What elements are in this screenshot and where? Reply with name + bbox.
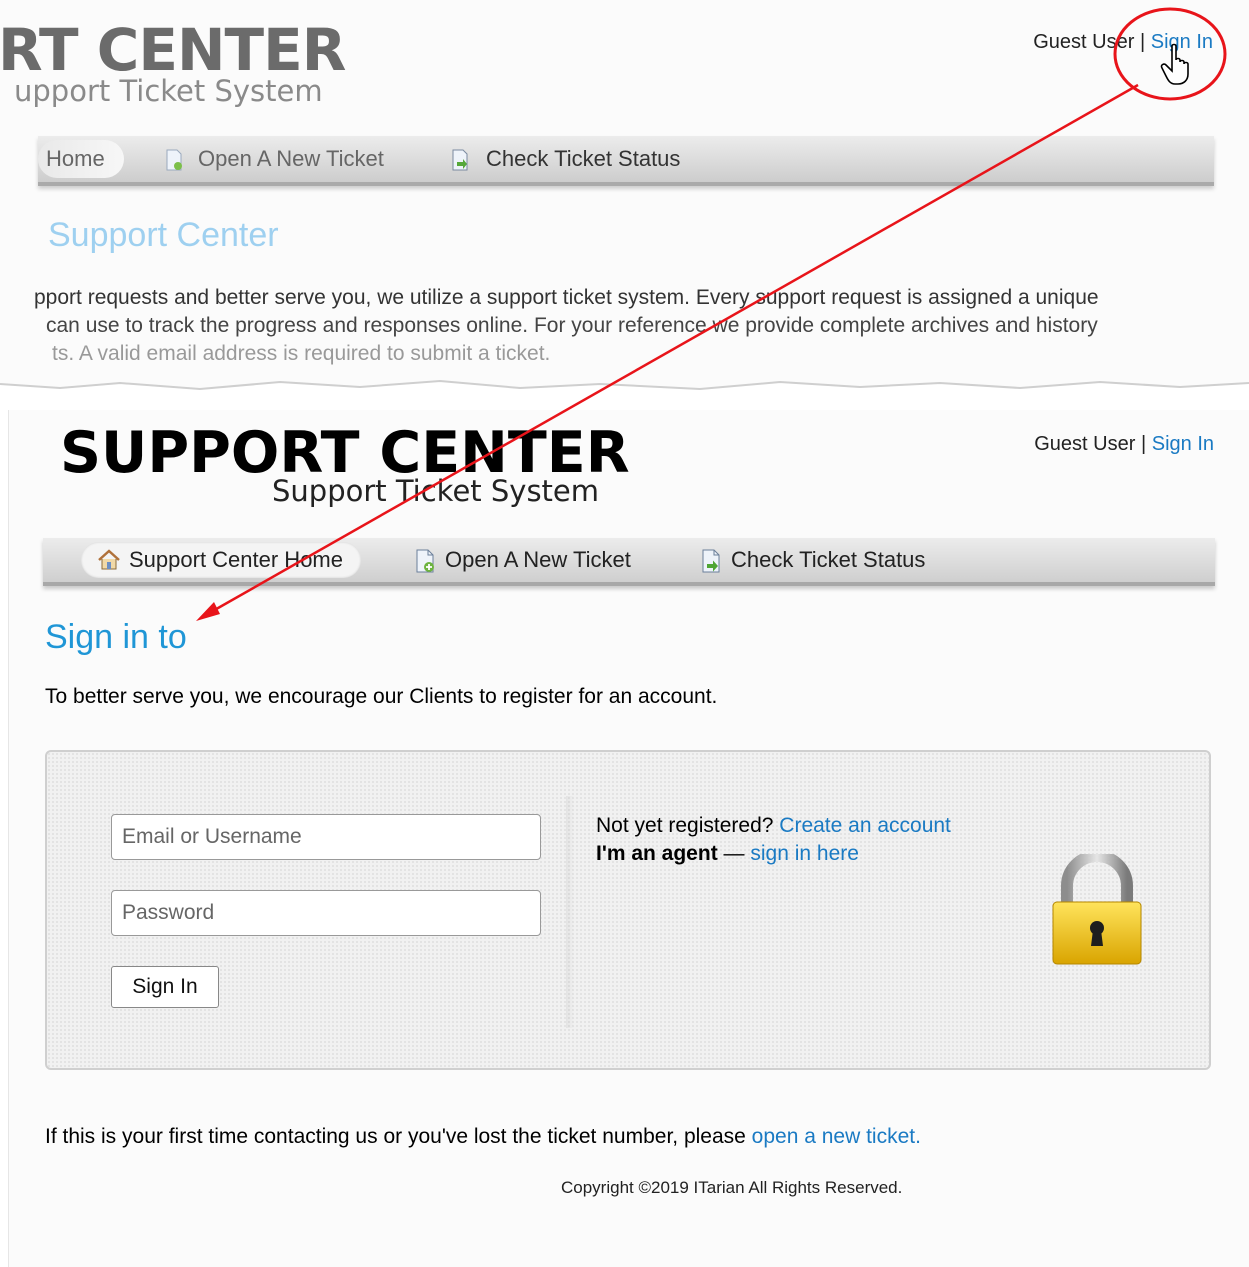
agent-sign-in-link[interactable]: sign in here bbox=[750, 842, 859, 865]
nav-label-home: Support Center Home bbox=[129, 547, 343, 572]
password-input[interactable] bbox=[111, 890, 541, 936]
agent-line: I'm an agent — sign in here bbox=[596, 842, 859, 866]
footer-period: . bbox=[915, 1125, 921, 1148]
registration-line: Not yet registered? Create an account bbox=[596, 814, 951, 838]
main-navbar: Support Center Home Open A New Ticket Ch… bbox=[43, 538, 1215, 586]
home-icon bbox=[97, 549, 120, 571]
top-heading: Support Center bbox=[48, 216, 279, 254]
top-ticket-status-icon bbox=[448, 148, 472, 177]
agent-label: I'm an agent bbox=[596, 842, 718, 865]
guest-user-label: Guest User bbox=[1034, 433, 1136, 455]
nav-check-ticket-status[interactable]: Check Ticket Status bbox=[699, 542, 925, 578]
top-user-separator: | bbox=[1139, 31, 1146, 53]
top-nav-open-ticket[interactable]: Open A New Ticket bbox=[198, 146, 384, 172]
top-paragraph-line-1: pport requests and better serve you, we … bbox=[34, 286, 1099, 309]
footer-text: If this is your first time contacting us… bbox=[45, 1125, 746, 1148]
footer-message: If this is your first time contacting us… bbox=[45, 1125, 921, 1149]
user-bar: Guest User | Sign In bbox=[1034, 433, 1214, 456]
top-sign-in-link[interactable]: Sign In bbox=[1151, 31, 1213, 53]
top-paragraph-line-3: ts. A valid email address is required to… bbox=[52, 342, 551, 365]
top-panel-faded: RT CENTER upport Ticket System Guest Use… bbox=[0, 0, 1249, 408]
login-divider bbox=[566, 796, 574, 1028]
top-paragraph-line-2: can use to track the progress and respon… bbox=[46, 314, 1098, 337]
top-navbar: Home Open A New Ticket Check Ticket Stat… bbox=[38, 136, 1214, 186]
page-title: Sign in to bbox=[45, 618, 187, 656]
intro-text: To better serve you, we encourage our Cl… bbox=[45, 685, 718, 708]
sign-in-button[interactable]: Sign In bbox=[111, 966, 219, 1008]
top-user-bar: Guest User | Sign In bbox=[1033, 31, 1213, 54]
top-logo-subtitle: upport Ticket System bbox=[14, 74, 323, 108]
open-new-ticket-link[interactable]: open a new ticket bbox=[752, 1125, 915, 1148]
nav-open-new-ticket[interactable]: Open A New Ticket bbox=[413, 542, 631, 578]
top-nav-home[interactable]: Home bbox=[46, 146, 105, 172]
email-username-input[interactable] bbox=[111, 814, 541, 860]
agent-dash: — bbox=[723, 842, 745, 865]
nav-support-center-home[interactable]: Support Center Home bbox=[81, 542, 361, 578]
torn-paper-edge bbox=[0, 379, 1249, 408]
nav-label-check-status: Check Ticket Status bbox=[731, 547, 926, 572]
top-new-ticket-icon bbox=[162, 148, 186, 177]
create-account-link[interactable]: Create an account bbox=[779, 814, 951, 837]
nav-label-open-ticket: Open A New Ticket bbox=[445, 547, 631, 572]
copyright: Copyright ©2019 ITarian All Rights Reser… bbox=[561, 1178, 903, 1197]
user-separator: | bbox=[1140, 433, 1147, 455]
login-box: Sign In Not yet registered? Create an ac… bbox=[45, 750, 1211, 1070]
ticket-status-icon bbox=[699, 549, 721, 573]
new-ticket-icon bbox=[413, 549, 435, 573]
top-paragraph: pport requests and better serve you, we … bbox=[34, 284, 1234, 368]
top-guest-user-label: Guest User bbox=[1033, 31, 1135, 53]
not-registered-text: Not yet registered? bbox=[596, 814, 774, 837]
main-panel: SUPPORT CENTER Support Ticket System Gue… bbox=[8, 410, 1249, 1267]
padlock-icon bbox=[1052, 854, 1142, 965]
sign-in-link[interactable]: Sign In bbox=[1152, 433, 1214, 455]
logo-subtitle: Support Ticket System bbox=[272, 474, 600, 508]
top-nav-check-status[interactable]: Check Ticket Status bbox=[486, 146, 680, 172]
